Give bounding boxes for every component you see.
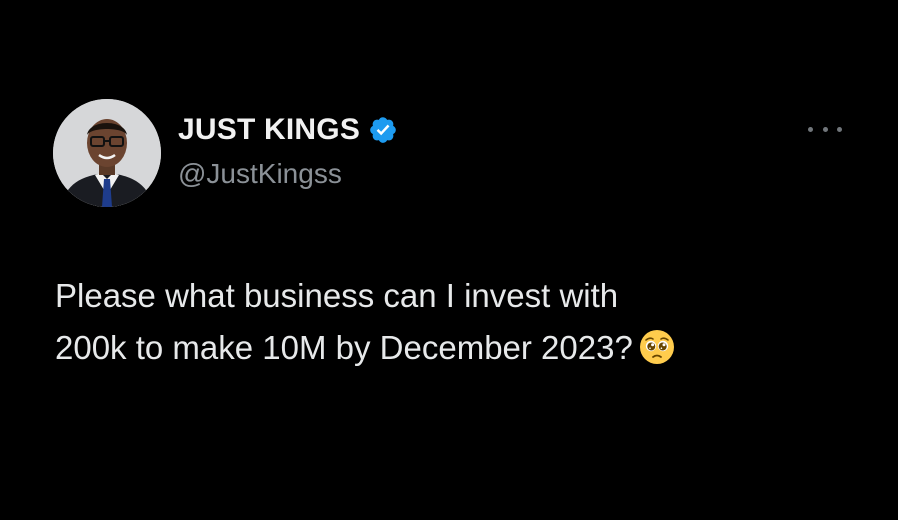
author-handle[interactable]: @JustKingss: [178, 158, 342, 190]
tweet-text-line-2-text: 200k to make 10M by December 2023?: [55, 329, 633, 366]
profile-photo-icon: [53, 99, 161, 207]
pleading-face-emoji-icon: [639, 328, 675, 364]
verified-badge-icon: [368, 115, 398, 145]
author-name-row: JUST KINGS: [178, 112, 398, 148]
dot-icon: [837, 126, 842, 132]
tweet-text-line-2: 200k to make 10M by December 2023?: [55, 322, 855, 374]
tweet-body: Please what business can I invest with 2…: [55, 270, 855, 374]
author-display-name[interactable]: JUST KINGS: [178, 113, 360, 147]
dot-icon: [808, 126, 813, 132]
dot-icon: [822, 126, 828, 132]
avatar[interactable]: [53, 99, 161, 207]
tweet-text-line-1: Please what business can I invest with: [55, 277, 619, 314]
more-options-icon[interactable]: [808, 121, 842, 137]
tweet-card: JUST KINGS @JustKingss Please what busin…: [0, 0, 898, 520]
